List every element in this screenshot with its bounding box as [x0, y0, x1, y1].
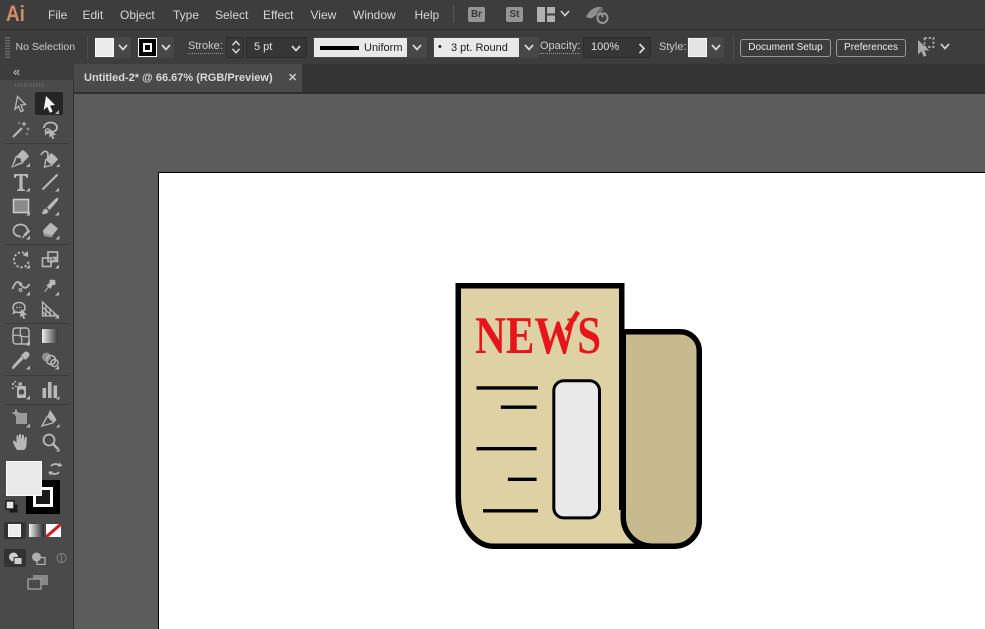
- svg-text:NEWS: NEWS: [475, 307, 601, 365]
